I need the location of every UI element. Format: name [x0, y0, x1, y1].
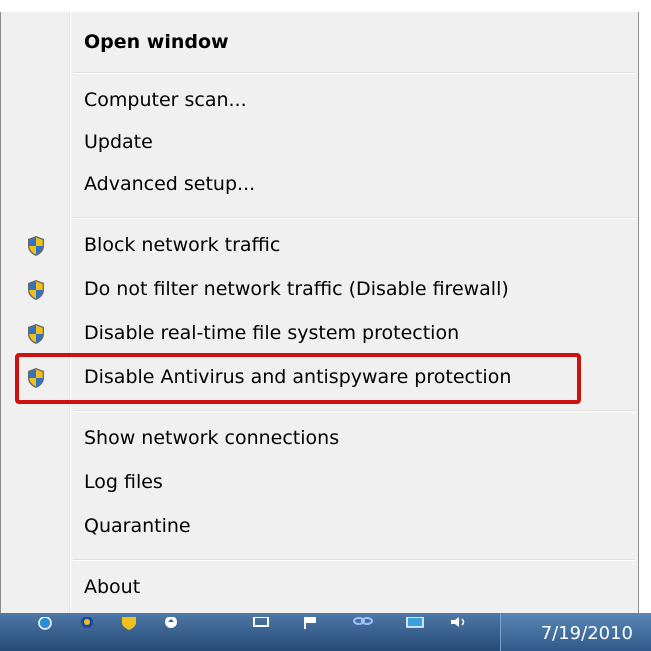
menu-separator [73, 559, 635, 561]
taskbar: 7/19/2010 [0, 613, 651, 651]
clock-date[interactable]: 7/19/2010 [503, 623, 633, 644]
top-edge [0, 0, 651, 12]
menu-item-label: Open window [84, 31, 229, 53]
menu-item-disable-firewall[interactable]: Do not filter network traffic (Disable f… [1, 267, 638, 311]
menu-item-label: Quarantine [84, 515, 191, 537]
eset-icon[interactable] [76, 617, 98, 631]
menu-separator [73, 72, 635, 74]
menu-item-show-network-connections[interactable]: Show network connections [1, 416, 638, 460]
menu-item-update[interactable]: Update [1, 120, 638, 164]
monitor-icon[interactable] [250, 617, 272, 631]
menu-item-label: Block network traffic [84, 234, 281, 256]
menu-item-label: Disable real-time file system protection [84, 322, 460, 344]
link-icon[interactable] [352, 617, 374, 631]
update-icon[interactable] [160, 617, 182, 631]
menu-item-disable-realtime-protection[interactable]: Disable real-time file system protection [1, 311, 638, 355]
menu-item-advanced-setup[interactable]: Advanced setup... [1, 162, 638, 206]
menu-item-label: Log files [84, 471, 163, 493]
flag-icon[interactable] [300, 617, 322, 631]
network-icon[interactable] [34, 617, 56, 631]
menu-item-label: Show network connections [84, 427, 340, 449]
context-menu: Open window Computer scan... Update Adva… [0, 12, 639, 613]
display-icon[interactable] [404, 617, 426, 631]
menu-item-log-files[interactable]: Log files [1, 460, 638, 504]
menu-item-block-network-traffic[interactable]: Block network traffic [1, 223, 638, 267]
uac-shield-icon [28, 236, 44, 256]
menu-item-quarantine[interactable]: Quarantine [1, 504, 638, 548]
menu-item-label: Computer scan... [84, 89, 247, 111]
highlight-box [15, 353, 581, 404]
menu-item-open-window[interactable]: Open window [1, 20, 638, 64]
menu-item-label: Update [84, 131, 153, 153]
shield-tray-icon[interactable] [118, 617, 140, 631]
menu-item-label: Advanced setup... [84, 173, 256, 195]
menu-item-about[interactable]: About [1, 565, 638, 609]
uac-shield-icon [28, 324, 44, 344]
menu-item-label: About [84, 576, 141, 598]
volume-icon[interactable] [448, 617, 470, 631]
menu-item-label: Do not filter network traffic (Disable f… [84, 278, 509, 300]
menu-item-computer-scan[interactable]: Computer scan... [1, 78, 638, 122]
menu-separator [73, 217, 635, 219]
uac-shield-icon [28, 280, 44, 300]
menu-separator [73, 410, 635, 412]
